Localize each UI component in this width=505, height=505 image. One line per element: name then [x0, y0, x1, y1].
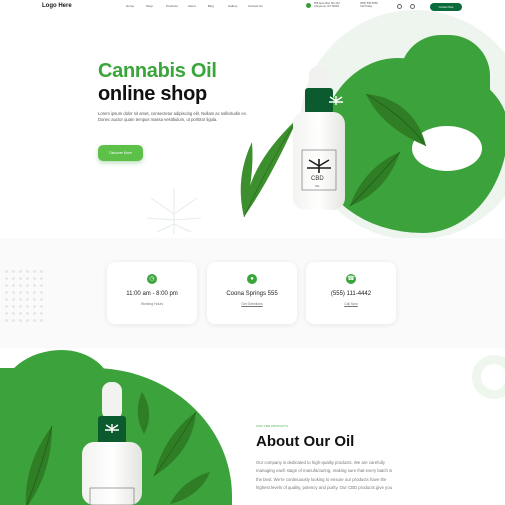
decorative-ring [472, 355, 505, 399]
nav-item-home[interactable]: Home [126, 4, 136, 8]
directions-link[interactable]: Get Directions [207, 302, 297, 306]
hemp-leaf-outline-icon [146, 188, 202, 234]
about-title: About Our Oil [256, 433, 355, 450]
header-phone: (555) 555-5555 Call Today [360, 2, 378, 9]
nav-item-about[interactable]: About [188, 4, 198, 8]
hours-card: ◷ 11:00 am - 8:00 pm Working Hours [107, 262, 197, 324]
phone-value[interactable]: (555) 111-4442 [306, 291, 396, 297]
nav-item-contact[interactable]: Contact Us [248, 4, 263, 8]
hemp-leaf-icon [307, 159, 331, 173]
about-description: Our company is dedicated to high-quality… [256, 460, 393, 490]
location-card: ● Coona Springs 555 Get Directions [207, 262, 297, 324]
contact-now-button[interactable]: Contact Now [430, 3, 462, 11]
dot-pattern [3, 268, 45, 323]
logo[interactable]: Logo Here [42, 3, 72, 9]
nav-item-gallery[interactable]: Gallery [228, 4, 238, 8]
nav-item-shop[interactable]: Shop [146, 4, 156, 8]
nav-item-products[interactable]: Products [166, 4, 178, 8]
hemp-leaf-icon [170, 472, 210, 504]
location-icon [306, 3, 311, 8]
phone-caption: Call Today [360, 5, 373, 9]
clock-icon: ◷ [147, 274, 157, 284]
phone-card: ☎ (555) 111-4442 Call Now [306, 262, 396, 324]
hero-title-line1: Cannabis Oil [98, 60, 217, 82]
nav-item-blog[interactable]: Blog [208, 4, 218, 8]
cart-icon[interactable] [410, 4, 415, 9]
cbd-bottle-image [82, 382, 142, 505]
hero-description: Lorem ipsum dolor sit amet, consectetur … [98, 111, 247, 122]
address-line-2: Cheyenne, WY 82001 [314, 5, 340, 9]
hemp-leaf-icon [365, 93, 427, 147]
about-kicker: OUR CBD PRODUCTS [256, 425, 289, 428]
hemp-leaf-icon [105, 424, 119, 433]
discover-more-button[interactable]: Discover More [98, 145, 143, 161]
search-icon[interactable] [397, 4, 402, 9]
phone-icon: ☎ [346, 274, 356, 284]
hours-label: Working Hours [140, 302, 164, 306]
hero-title-line2: online shop [98, 83, 207, 105]
location-pin-icon: ● [247, 274, 257, 284]
call-now-link[interactable]: Call Now [306, 302, 396, 306]
location-value: Coona Springs 555 [226, 291, 278, 297]
landing-page: Logo Here Home Shop Products About Blog … [0, 0, 505, 505]
main-nav: Home Shop Products About Blog Gallery Co… [126, 4, 263, 8]
hemp-leaf-icon [25, 425, 53, 505]
bottle-sublabel-text: OIL [315, 184, 320, 188]
cbd-bottle-image [293, 66, 345, 210]
header-address: 555 Apex Ban Sho Rd Cheyenne, WY 82001 [306, 2, 340, 9]
bottle-label-text: CBD [311, 176, 324, 182]
hemp-leaf-icon [329, 96, 343, 105]
hours-value: 11:00 am - 8:00 pm [126, 291, 178, 297]
